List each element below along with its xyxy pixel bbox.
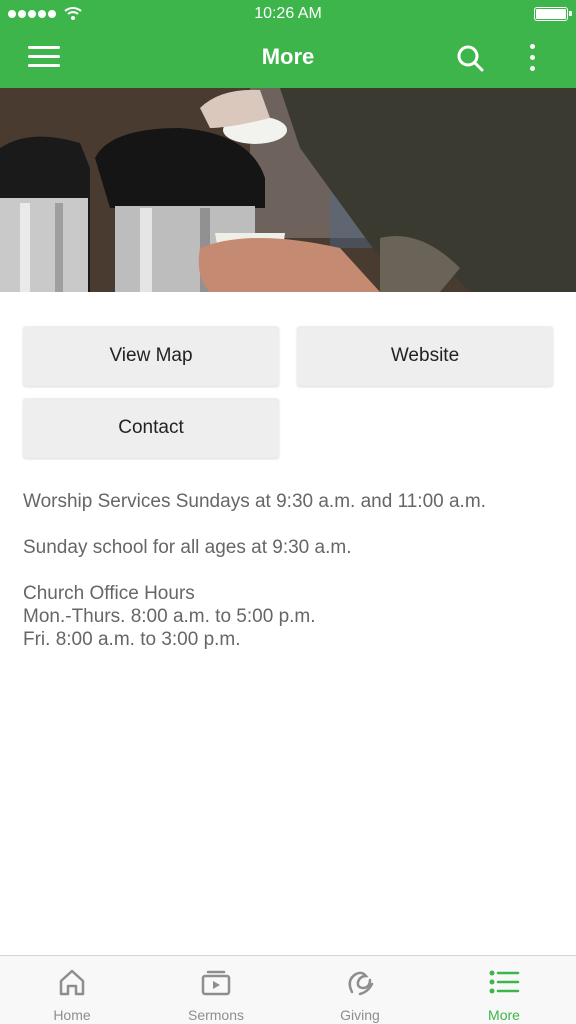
tab-giving-label: Giving	[340, 1007, 380, 1023]
status-bar: 10:26 AM	[0, 0, 576, 30]
office-hours-friday: Fri. 8:00 a.m. to 3:00 p.m.	[23, 629, 241, 650]
battery-icon	[534, 7, 572, 21]
church-info: Worship Services Sundays at 9:30 a.m. an…	[23, 490, 553, 651]
sermons-icon	[201, 970, 231, 996]
office-hours: Church Office Hours Mon.-Thurs. 8:00 a.m…	[23, 582, 553, 651]
tab-bar: Home Sermons Giving More	[0, 955, 576, 1024]
office-hours-title: Church Office Hours	[23, 583, 195, 604]
overflow-menu-icon[interactable]	[526, 44, 538, 74]
tab-home-label: Home	[53, 1007, 91, 1023]
status-time: 10:26 AM	[254, 5, 322, 22]
hero-image	[0, 88, 576, 292]
sunday-school-text: Sunday school for all ages at 9:30 a.m.	[23, 537, 352, 558]
tab-giving[interactable]: Giving	[288, 956, 432, 1024]
list-icon	[489, 970, 520, 994]
search-icon[interactable]	[456, 44, 484, 72]
tab-more[interactable]: More	[432, 956, 576, 1024]
tab-sermons[interactable]: Sermons	[144, 956, 288, 1024]
worship-services-text: Worship Services Sundays at 9:30 a.m. an…	[23, 491, 486, 512]
home-icon	[59, 969, 85, 996]
office-hours-weekdays: Mon.-Thurs. 8:00 a.m. to 5:00 p.m.	[23, 606, 316, 627]
view-map-button[interactable]: View Map	[23, 326, 279, 386]
tab-more-label: More	[488, 1007, 520, 1023]
tab-sermons-label: Sermons	[187, 1007, 245, 1023]
tab-home[interactable]: Home	[0, 956, 144, 1024]
website-button[interactable]: Website	[297, 326, 553, 386]
page-title: More	[261, 44, 315, 69]
top-bar: 10:26 AM More	[0, 0, 576, 88]
coffee-dispensers-photo	[0, 88, 576, 292]
contact-button[interactable]: Contact	[23, 398, 279, 458]
giving-icon	[348, 971, 374, 996]
